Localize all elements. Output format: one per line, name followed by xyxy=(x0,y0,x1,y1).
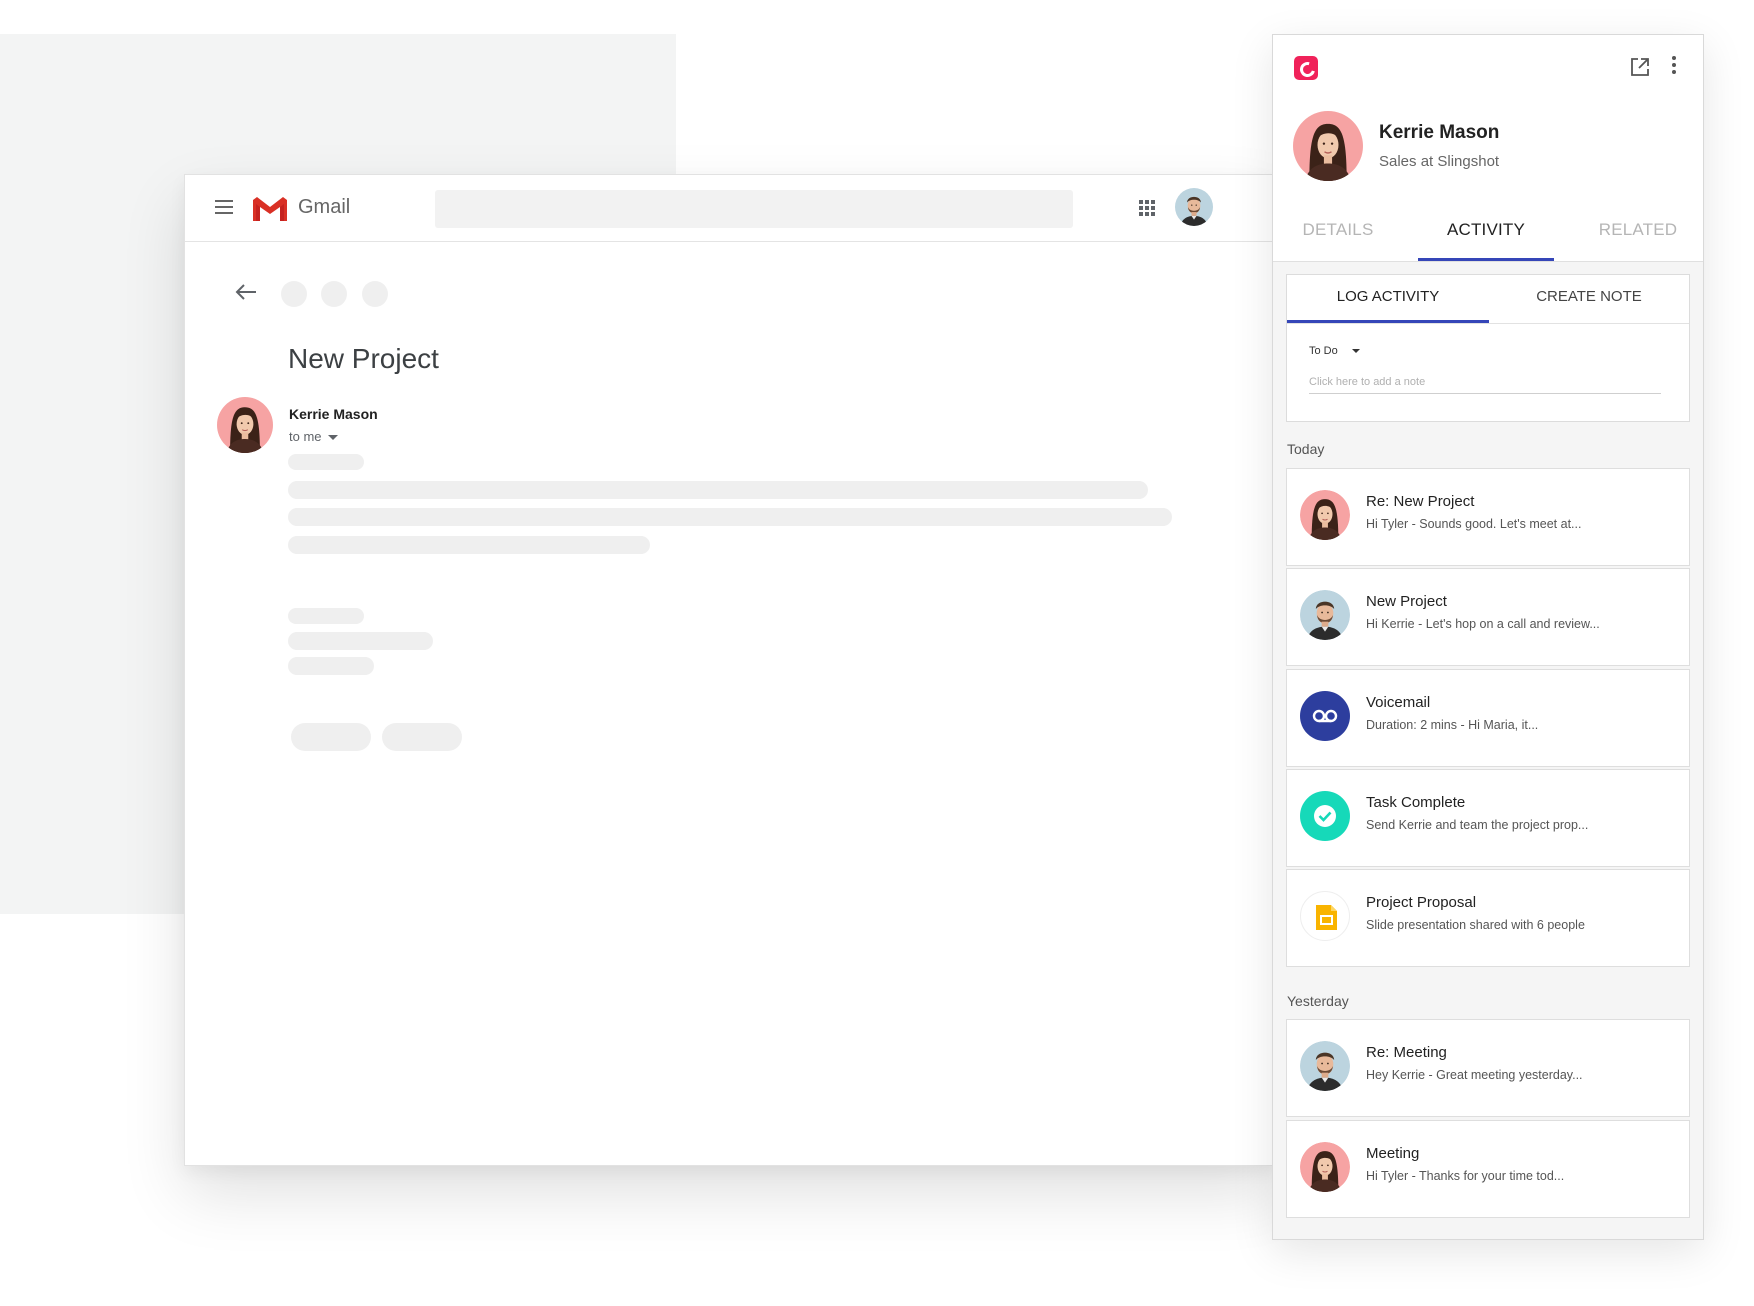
menu-icon[interactable] xyxy=(215,200,233,214)
contact-avatar xyxy=(1293,111,1363,181)
back-arrow-icon[interactable] xyxy=(235,283,257,301)
activity-title: Task Complete xyxy=(1366,794,1466,811)
body-placeholder-line xyxy=(288,536,650,554)
email-subject: New Project xyxy=(288,343,439,374)
activity-snippet: Send Kerrie and team the project prop... xyxy=(1366,818,1589,832)
body-placeholder-line xyxy=(288,454,364,470)
activity-title: Re: Meeting xyxy=(1366,1044,1447,1061)
body-placeholder-line xyxy=(288,481,1148,499)
crm-panel: Kerrie Mason Sales at Slingshot DETAILS … xyxy=(1272,34,1704,1240)
log-activity-card: LOG ACTIVITY CREATE NOTE To Do xyxy=(1286,274,1690,422)
avatar-woman-icon xyxy=(1300,1142,1350,1192)
apps-grid-icon[interactable] xyxy=(1139,200,1155,216)
chevron-down-icon xyxy=(327,435,338,441)
tab-create-note[interactable]: CREATE NOTE xyxy=(1489,275,1689,323)
reply-button[interactable] xyxy=(291,723,371,751)
signature-placeholder-line xyxy=(288,608,364,624)
contact-role: Sales at Slingshot xyxy=(1379,153,1500,170)
open-external-icon[interactable] xyxy=(1630,57,1650,77)
avatar-man-icon xyxy=(1300,1041,1350,1091)
activity-feed[interactable]: LOG ACTIVITY CREATE NOTE To Do Today Re:… xyxy=(1273,262,1703,1239)
tab-activity[interactable]: ACTIVITY xyxy=(1418,209,1554,261)
activity-item[interactable]: Voicemail Duration: 2 mins - Hi Maria, i… xyxy=(1286,669,1690,767)
activity-snippet: Hi Tyler - Sounds good. Let's meet at... xyxy=(1366,517,1582,531)
activity-snippet: Duration: 2 mins - Hi Maria, it... xyxy=(1366,718,1539,732)
activity-title: Meeting xyxy=(1366,1145,1420,1162)
body-placeholder-line xyxy=(288,508,1172,526)
activity-item[interactable]: Project Proposal Slide presentation shar… xyxy=(1286,869,1690,967)
gmail-logo-icon xyxy=(253,197,287,221)
sender-avatar[interactable] xyxy=(217,397,273,453)
activity-title: Voicemail xyxy=(1366,694,1431,711)
tab-log-activity[interactable]: LOG ACTIVITY xyxy=(1287,275,1489,323)
app-logo-icon[interactable] xyxy=(1294,56,1318,80)
activity-item[interactable]: Re: New Project Hi Tyler - Sounds good. … xyxy=(1286,468,1690,566)
panel-tabs: DETAILS ACTIVITY RELATED xyxy=(1273,209,1703,262)
signature-placeholder-line xyxy=(288,632,433,650)
activity-snippet: Hey Kerrie - Great meeting yesterday... xyxy=(1366,1068,1583,1082)
delete-button[interactable] xyxy=(362,281,388,307)
more-options-icon[interactable] xyxy=(1671,56,1677,78)
avatar-woman-icon xyxy=(1300,490,1350,540)
gmail-header: Gmail xyxy=(185,175,1275,242)
activity-item[interactable]: Meeting Hi Tyler - Thanks for your time … xyxy=(1286,1120,1690,1218)
gmail-wordmark: Gmail xyxy=(298,196,351,218)
avatar-man-icon xyxy=(1300,590,1350,640)
archive-button[interactable] xyxy=(281,281,307,307)
status-dropdown[interactable]: To Do xyxy=(1309,345,1360,357)
signature-placeholder-line xyxy=(288,657,374,675)
forward-button[interactable] xyxy=(382,723,462,751)
activity-snippet: Hi Kerrie - Let's hop on a call and revi… xyxy=(1366,617,1600,631)
tab-related[interactable]: RELATED xyxy=(1573,209,1703,261)
contact-name: Kerrie Mason xyxy=(1379,122,1500,143)
activity-title: Project Proposal xyxy=(1366,894,1477,911)
activity-item[interactable]: Task Complete Send Kerrie and team the p… xyxy=(1286,769,1690,867)
divider xyxy=(1287,323,1689,324)
gmail-window: Gmail New Project Kerrie Mason to me xyxy=(184,174,1276,1166)
voicemail-icon xyxy=(1300,691,1350,741)
search-input[interactable] xyxy=(435,190,1073,228)
activity-snippet: Slide presentation shared with 6 people xyxy=(1366,918,1585,932)
status-label: To Do xyxy=(1309,345,1338,357)
check-circle-icon xyxy=(1300,791,1350,841)
section-label-yesterday: Yesterday xyxy=(1287,993,1349,1009)
activity-title: Re: New Project xyxy=(1366,493,1475,510)
chevron-down-icon xyxy=(1351,349,1360,354)
activity-snippet: Hi Tyler - Thanks for your time tod... xyxy=(1366,1169,1565,1183)
tab-details[interactable]: DETAILS xyxy=(1273,209,1403,261)
activity-item[interactable]: New Project Hi Kerrie - Let's hop on a c… xyxy=(1286,568,1690,666)
activity-item[interactable]: Re: Meeting Hey Kerrie - Great meeting y… xyxy=(1286,1019,1690,1117)
sender-name: Kerrie Mason xyxy=(289,406,378,422)
note-input[interactable] xyxy=(1309,371,1661,394)
section-label-today: Today xyxy=(1287,441,1325,457)
slides-icon xyxy=(1300,891,1350,941)
activity-title: New Project xyxy=(1366,593,1447,610)
report-button[interactable] xyxy=(321,281,347,307)
recipient-dropdown[interactable]: to me xyxy=(289,429,338,444)
recipient-label: to me xyxy=(289,429,322,444)
account-avatar[interactable] xyxy=(1175,188,1213,226)
